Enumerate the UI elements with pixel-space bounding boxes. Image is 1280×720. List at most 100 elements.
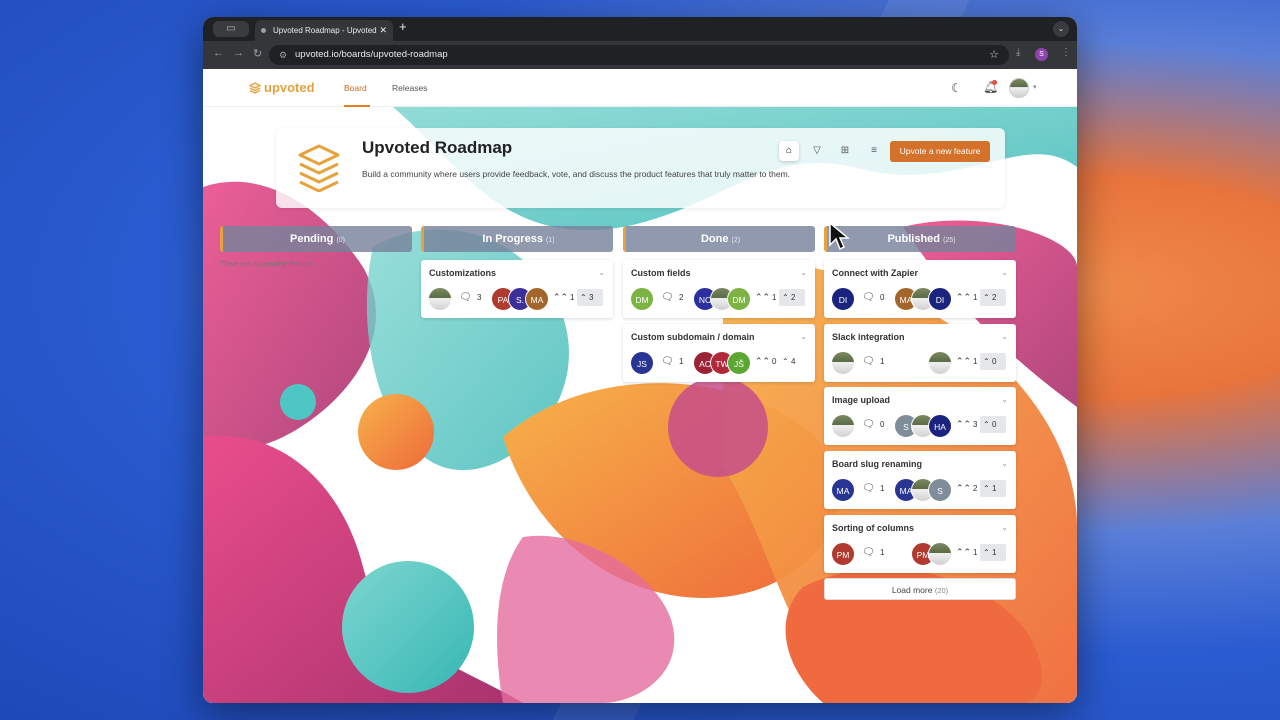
- comment-count: 1: [679, 357, 684, 366]
- chevron-down-icon[interactable]: ▾: [1033, 83, 1037, 91]
- vote-button[interactable]: ⌃ 3: [577, 289, 603, 306]
- comment-icon: 🗨︎: [862, 356, 875, 367]
- author-avatar: JS: [630, 351, 654, 375]
- browser-tab[interactable]: Upvoted Roadmap - Upvoted ✕: [255, 20, 393, 41]
- upvotes-icon: ⌃⌃: [956, 547, 972, 557]
- tab-search-icon[interactable]: ⌄: [1053, 21, 1069, 37]
- upvotes-icon: ⌃⌃: [553, 292, 569, 302]
- filter-icon[interactable]: ▽: [807, 141, 827, 161]
- nav-link-releases[interactable]: Releases: [392, 83, 427, 93]
- mouse-cursor-icon: [829, 221, 850, 251]
- back-icon[interactable]: ←: [213, 47, 224, 59]
- forward-icon[interactable]: →: [233, 47, 244, 59]
- feature-card-custom-fields[interactable]: Custom fields ⌄ DM 🗨︎ 2 NC DM ⌃⌃ 1 ⌃ 2: [623, 260, 815, 318]
- card-title: Slack integration: [832, 332, 905, 342]
- tab-sidebar-icon[interactable]: ▭: [213, 21, 249, 37]
- chevron-down-icon[interactable]: ⌄: [1001, 395, 1008, 404]
- column-title: In Progress: [482, 233, 543, 245]
- chevron-down-icon[interactable]: ⌄: [1001, 268, 1008, 277]
- column-count: (1): [546, 237, 555, 244]
- bookmark-star-icon[interactable]: ☆: [989, 45, 999, 65]
- feature-card-zapier[interactable]: Connect with Zapier ⌄ DI 🗨︎ 0 MA DI ⌃⌃ 1…: [824, 260, 1016, 318]
- vote-count: 0: [991, 420, 997, 429]
- voter-avatar: JŠ: [727, 351, 751, 375]
- address-bar: ← → ↻ ⚙ upvoted.io/boards/upvoted-roadma…: [203, 41, 1077, 69]
- comment-count: 1: [880, 548, 885, 557]
- column-title: Pending: [289, 233, 334, 245]
- comment-count: 1: [880, 357, 885, 366]
- author-avatar: PM: [831, 542, 855, 566]
- feature-card-customizations[interactable]: Customizations ⌄ 🗨︎ 3 PA S. MA ⌃⌃ 1 ⌃ 3: [421, 260, 613, 318]
- column-count: (25): [943, 237, 956, 244]
- vote-button[interactable]: ⌃ 0: [980, 353, 1006, 370]
- active-nav-indicator: [344, 105, 370, 107]
- board-header: Upvoted Roadmap Build a community where …: [276, 128, 1005, 208]
- notification-dot: [992, 80, 997, 85]
- comment-icon: 🗨︎: [862, 292, 875, 303]
- column-title: Done: [700, 233, 729, 245]
- author-avatar: [831, 414, 855, 438]
- chevron-down-icon[interactable]: ⌄: [800, 268, 807, 277]
- vote-button[interactable]: ⌃ 2: [980, 289, 1006, 306]
- voter-avatar: [928, 542, 952, 566]
- vote-button[interactable]: ⌃ 1: [980, 544, 1006, 561]
- vote-button[interactable]: ⌃ 4: [779, 353, 805, 370]
- dark-mode-icon[interactable]: ☾: [951, 81, 962, 95]
- chevron-down-icon[interactable]: ⌄: [1001, 332, 1008, 341]
- column-in-progress: In Progress (1): [421, 226, 613, 252]
- tab-bar: ▭ Upvoted Roadmap - Upvoted ✕ + ⌄: [203, 17, 1077, 41]
- logo[interactable]: upvoted: [249, 80, 315, 95]
- chevron-down-icon[interactable]: ⌄: [800, 332, 807, 341]
- reload-icon[interactable]: ↻: [253, 47, 262, 60]
- upvote-count: 1: [973, 357, 978, 366]
- close-tab-icon[interactable]: ✕: [379, 20, 387, 41]
- user-avatar[interactable]: [1009, 78, 1029, 98]
- voter-avatar: DI: [928, 287, 952, 311]
- upvotes-icon: ⌃⌃: [755, 292, 771, 302]
- vote-button[interactable]: ⌃ 1: [980, 480, 1006, 497]
- vote-count: 2: [991, 293, 997, 302]
- page: upvoted Board Releases ☾ 🔔︎ ▾ Upvoted Ro…: [203, 69, 1077, 703]
- profile-avatar[interactable]: S: [1035, 48, 1048, 61]
- download-icon[interactable]: ⤓: [1016, 47, 1020, 58]
- chevron-down-icon[interactable]: ⌄: [1001, 523, 1008, 532]
- comment-icon: 🗨︎: [459, 292, 472, 303]
- card-title: Board slug renaming: [832, 459, 923, 469]
- empty-column-note: There are no pending features: [220, 261, 315, 268]
- column-count: (0): [336, 237, 345, 244]
- chevron-down-icon[interactable]: ⌄: [598, 268, 605, 277]
- feature-card-sorting[interactable]: Sorting of columns ⌄ PM 🗨︎ 1 PM ⌃⌃ 1 ⌃ 1: [824, 515, 1016, 573]
- vote-button[interactable]: ⌃ 2: [779, 289, 805, 306]
- url-field[interactable]: ⚙ upvoted.io/boards/upvoted-roadmap ☆: [269, 45, 1009, 65]
- vote-count: 3: [588, 293, 594, 302]
- upvote-new-feature-button[interactable]: Upvote a new feature: [890, 141, 990, 162]
- feature-card-custom-subdomain[interactable]: Custom subdomain / domain ⌄ JS 🗨︎ 1 AC T…: [623, 324, 815, 382]
- browser-menu-icon[interactable]: ⋮: [1061, 47, 1071, 58]
- list-view-icon[interactable]: ≡: [864, 141, 884, 161]
- site-info-icon[interactable]: ⚙: [279, 45, 287, 65]
- feature-card-slack[interactable]: Slack integration ⌄ 🗨︎ 1 ⌃⌃ 1 ⌃ 0: [824, 324, 1016, 382]
- comment-icon: 🗨︎: [862, 419, 875, 430]
- chevron-down-icon[interactable]: ⌄: [1001, 459, 1008, 468]
- upvote-count: 0: [772, 357, 777, 366]
- load-more-button[interactable]: Load more (20): [824, 578, 1016, 600]
- upvote-count: 2: [973, 484, 978, 493]
- nav-link-board[interactable]: Board: [344, 83, 367, 93]
- comment-count: 0: [880, 293, 885, 302]
- feature-card-image-upload[interactable]: Image upload ⌄ 🗨︎ 0 S HA ⌃⌃ 3 ⌃ 0: [824, 387, 1016, 445]
- load-more-label: Load more: [891, 585, 933, 595]
- voter-avatar: MA: [525, 287, 549, 311]
- vote-count: 2: [790, 293, 796, 302]
- card-title: Sorting of columns: [832, 523, 914, 533]
- column-published: Published (25): [824, 226, 1016, 252]
- card-title: Customizations: [429, 268, 497, 278]
- home-icon[interactable]: ⌂: [779, 141, 799, 161]
- vote-button[interactable]: ⌃ 0: [980, 416, 1006, 433]
- new-tab-icon[interactable]: +: [399, 19, 407, 34]
- author-avatar: [831, 351, 855, 375]
- grid-view-icon[interactable]: ⊞: [835, 141, 855, 161]
- board-description: Build a community where users provide fe…: [362, 169, 791, 179]
- feature-card-board-slug[interactable]: Board slug renaming ⌄ MA 🗨︎ 1 MA S ⌃⌃ 2 …: [824, 451, 1016, 509]
- stack-logo-icon: [249, 82, 261, 94]
- url-text: upvoted.io/boards/upvoted-roadmap: [295, 49, 448, 60]
